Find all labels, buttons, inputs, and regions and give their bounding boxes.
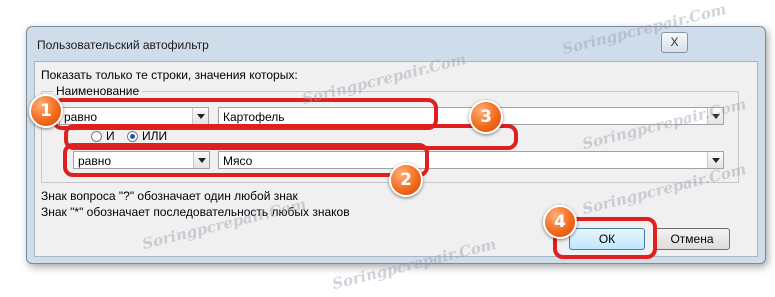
close-button[interactable]: X bbox=[661, 32, 688, 53]
field-name-label: Наименование bbox=[53, 84, 143, 98]
hint-question-mark: Знак вопроса "?" обозначает один любой з… bbox=[41, 189, 298, 203]
step-badge-4: 4 bbox=[543, 205, 577, 239]
instruction-text: Показать только те строки, значения кото… bbox=[41, 68, 298, 82]
dialog-title: Пользовательский автофильтр bbox=[37, 38, 209, 52]
step-badge-3: 3 bbox=[469, 100, 503, 134]
step-badge-1: 1 bbox=[29, 94, 63, 128]
cancel-button[interactable]: Отмена bbox=[654, 228, 730, 250]
step-badge-2: 2 bbox=[389, 163, 423, 197]
close-icon: X bbox=[670, 35, 679, 49]
highlight-condition2 bbox=[63, 143, 429, 177]
